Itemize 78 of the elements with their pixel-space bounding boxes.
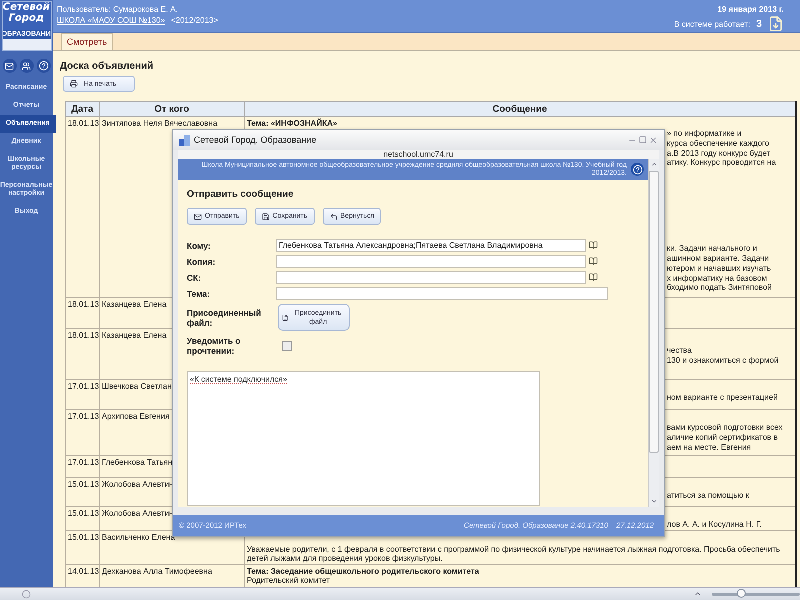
address-book-icon[interactable] xyxy=(589,241,598,250)
app-icon xyxy=(179,134,190,146)
field-label: Присоединенный файл: xyxy=(187,308,262,328)
sender-cell: Глебенкова Татьян xyxy=(102,458,173,467)
field-label: Кому: xyxy=(187,240,212,250)
circle-icon xyxy=(22,590,31,598)
sender-cell: Васильченко Елена xyxy=(102,532,176,542)
url-text: netschool.umc74.ru xyxy=(178,150,659,159)
date-cell: 15.01.13 xyxy=(68,532,100,542)
field-label: Копия: xyxy=(187,256,217,266)
message-text: » по информатике и курса обеспечение каждого а.В 2013 году конкурс будет атику. Конкурс проводится на xyxy=(667,129,778,168)
message-text: ки. Задачи начального и ашинном варианте. Задачи ютером и начавших изучать х информатику на базовом бходимо подать Зинтяповой xyxy=(667,244,773,294)
mail-icon[interactable] xyxy=(2,59,16,73)
field-label: Тема: xyxy=(187,288,212,298)
school-year: <2012/2013> xyxy=(171,16,218,25)
user-name: Пользователь: Сумарокова Е. А. xyxy=(57,5,178,14)
sender-cell: Жолобова Алевтин xyxy=(102,509,174,518)
address-book-icon[interactable] xyxy=(589,273,598,282)
current-date: 19 января 2013 г. xyxy=(718,5,784,14)
help-icon[interactable] xyxy=(36,59,50,73)
recipient-field[interactable]: Глебенкова Татьяна Александровна;Пятаева Светлана Владимировна xyxy=(276,239,586,252)
scroll-up-icon[interactable] xyxy=(650,161,658,168)
message-text: Родительский комитет xyxy=(247,576,330,586)
sender-cell: Жолобова Алевтин xyxy=(102,480,174,489)
scroll-down-icon[interactable] xyxy=(650,498,658,505)
column-header: От кого xyxy=(100,102,244,116)
subject-field[interactable] xyxy=(276,287,608,300)
date-cell: 18.01.13 xyxy=(68,119,100,128)
sender-cell: Архипова Евгения xyxy=(102,412,170,421)
printer-icon xyxy=(70,80,78,88)
document-icon[interactable] xyxy=(768,16,784,32)
scrollbar[interactable] xyxy=(648,159,659,507)
recipient-field[interactable] xyxy=(276,271,586,284)
form-title: Отправить сообщение xyxy=(187,189,295,200)
date-cell: 18.01.13 xyxy=(68,331,100,340)
message-text: Уважаемые родители, с 1 февраля в соответствии с программой по физической культуре начинается лыжная подготовка. Просьба обеспечить детей лыжами для проведения уроков физкультуры. xyxy=(247,544,782,564)
date-cell: 14.01.13 xyxy=(68,566,100,576)
message-subject: Тема: «ИНФОЗНАЙКА» xyxy=(247,119,338,128)
column-header: Дата xyxy=(66,102,100,116)
slider-thumb[interactable] xyxy=(736,588,746,598)
page-title: Доска объявлений xyxy=(60,61,155,72)
date-cell: 17.01.13 xyxy=(68,382,100,391)
message-text: вами курсовой подготовки всех аличие копий сертификатов в аем на месте. Евгения xyxy=(667,423,784,452)
sender-cell: Казанцева Елена xyxy=(102,331,167,340)
message-text: ном варианте с презентацией xyxy=(667,393,779,403)
date-cell: 18.01.13 xyxy=(68,300,100,309)
envelope-icon xyxy=(194,212,202,220)
sender-cell: Казанцева Елена xyxy=(102,300,167,309)
column-header: Сообщение xyxy=(244,102,796,116)
dialog-title: Сетевой Город. Образование xyxy=(194,135,318,145)
date-cell: 15.01.13 xyxy=(68,480,100,489)
message-text: лов А. А. и Косулина Н. Г. xyxy=(667,520,763,530)
message-subject: Тема: Заседание общешкольного родительского комитета xyxy=(247,566,480,576)
back-arrow-icon xyxy=(330,212,338,220)
date-cell: 17.01.13 xyxy=(68,458,100,467)
date-cell: 15.01.13 xyxy=(68,509,100,518)
maximize-icon[interactable] xyxy=(639,136,647,144)
people-icon[interactable] xyxy=(20,59,34,73)
address-book-icon[interactable] xyxy=(589,257,598,266)
tab[interactable]: Смотреть xyxy=(61,33,114,50)
sender-cell: Дехканова Алла Тимофеевна xyxy=(102,566,212,576)
message-body-field[interactable]: «К системе подключился» xyxy=(187,371,540,506)
close-icon[interactable] xyxy=(649,136,658,144)
message-text: атиться за помощью к xyxy=(667,491,750,501)
checkbox[interactable] xyxy=(282,341,292,351)
document-icon xyxy=(282,314,289,322)
field-label: СК: xyxy=(187,272,202,282)
sender-cell: Зинтяпова Неля Вячеславовна xyxy=(102,119,218,128)
save-icon xyxy=(262,212,270,220)
field-label: Уведомить о прочтении: xyxy=(187,336,242,356)
caret-icon[interactable] xyxy=(694,590,702,598)
online-label: В системе работает: xyxy=(674,20,750,28)
sender-cell: Швечкова Светлан xyxy=(102,382,172,391)
online-count: 3 xyxy=(756,18,762,30)
help-icon[interactable] xyxy=(631,163,644,176)
recipient-field[interactable] xyxy=(276,255,586,268)
message-text: чества 130 и ознакомиться с формой xyxy=(667,346,780,366)
date-cell: 17.01.13 xyxy=(68,412,100,421)
